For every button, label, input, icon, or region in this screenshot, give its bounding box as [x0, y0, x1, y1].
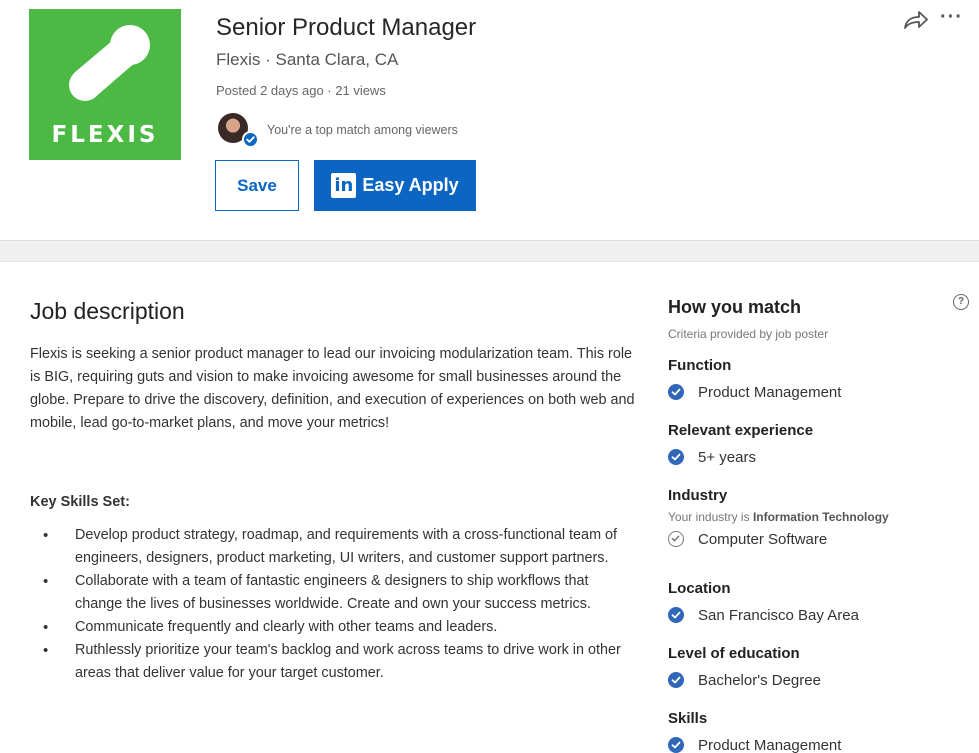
save-button[interactable]: Save: [215, 160, 299, 211]
criteria-value: Product Management: [698, 383, 842, 401]
criteria-label: Skills: [668, 710, 708, 727]
check-circle-outline-icon: [668, 531, 684, 547]
criteria-level-of-education: Level of education Bachelor's Degree: [668, 645, 968, 691]
criteria-value: Computer Software: [698, 530, 828, 548]
top-match-row: You're a top match among viewers: [216, 113, 536, 149]
company-logo-text: FLEXIS: [51, 122, 159, 148]
criteria-skills: Skills Product Management: [668, 710, 968, 753]
share-icon[interactable]: [902, 9, 930, 31]
criteria-location: Location San Francisco Bay Area: [668, 580, 968, 626]
how-you-match-subheading: Criteria provided by job poster: [668, 327, 829, 341]
criteria-value: Product Management: [698, 736, 842, 753]
check-circle-icon: [668, 672, 684, 688]
easy-apply-label: Easy Apply: [362, 175, 459, 195]
job-description-heading: Job description: [30, 298, 185, 324]
criteria-value: Bachelor's Degree: [698, 671, 821, 689]
list-item: Ruthlessly prioritize your team's backlo…: [30, 639, 630, 685]
easy-apply-button[interactable]: in Easy Apply: [314, 160, 476, 211]
company-logo[interactable]: FLEXIS: [29, 9, 181, 160]
more-icon[interactable]: ···: [940, 6, 963, 29]
criteria-label: Relevant experience: [668, 422, 814, 439]
posted-info: Posted 2 days ago · 21 views: [216, 83, 386, 98]
company-location[interactable]: Flexis · Santa Clara, CA: [216, 50, 398, 70]
list-item: Develop product strategy, roadmap, and r…: [30, 524, 630, 570]
criteria-label: Level of education: [668, 645, 800, 662]
criteria-label: Function: [668, 357, 732, 374]
check-circle-icon: [668, 449, 684, 465]
industry-note: Your industry is Information Technology: [668, 510, 889, 524]
criteria-relevant-experience: Relevant experience 5+ years: [668, 422, 968, 468]
criteria-label: Industry: [668, 487, 728, 504]
check-circle-icon: [668, 607, 684, 623]
key-skills-heading: Key Skills Set:: [30, 494, 130, 510]
job-title: Senior Product Manager: [216, 14, 477, 41]
criteria-function: Function Product Management: [668, 357, 968, 403]
how-you-match-heading: How you match: [668, 297, 802, 317]
list-item: Communicate frequently and clearly with …: [30, 616, 630, 639]
linkedin-icon: in: [331, 173, 357, 198]
job-description-paragraph: Flexis is seeking a senior product manag…: [30, 346, 635, 431]
help-icon[interactable]: ?: [953, 294, 969, 310]
top-match-text: You're a top match among viewers: [267, 123, 458, 137]
check-circle-icon: [668, 737, 684, 753]
verified-badge-icon: [242, 131, 259, 148]
job-header: FLEXIS Senior Product Manager Flexis · S…: [0, 0, 979, 240]
criteria-value: San Francisco Bay Area: [698, 606, 859, 624]
section-divider: [0, 240, 979, 262]
criteria-value: 5+ years: [698, 448, 756, 466]
criteria-industry: Industry Your industry is Information Te…: [668, 487, 968, 550]
list-item: Collaborate with a team of fantastic eng…: [30, 570, 630, 616]
key-skills-list: Develop product strategy, roadmap, and r…: [30, 524, 630, 685]
check-circle-icon: [668, 384, 684, 400]
criteria-label: Location: [668, 580, 731, 597]
